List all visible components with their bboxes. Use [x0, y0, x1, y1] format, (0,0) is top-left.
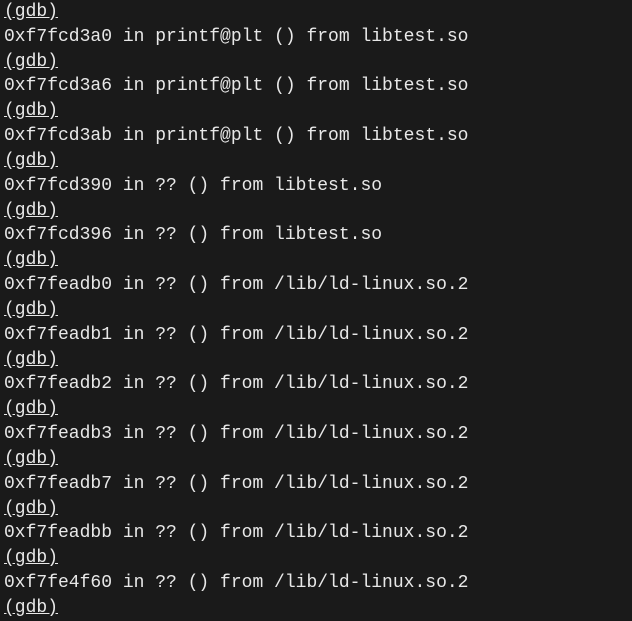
gdb-output-line: 0xf7fcd396 in ?? () from libtest.so	[4, 223, 628, 248]
gdb-prompt: (gdb)	[4, 348, 628, 373]
gdb-output-line: 0xf7feadb2 in ?? () from /lib/ld-linux.s…	[4, 372, 628, 397]
gdb-prompt: (gdb)	[4, 298, 628, 323]
gdb-prompt: (gdb)	[4, 199, 628, 224]
gdb-prompt: (gdb)	[4, 546, 628, 571]
gdb-prompt: (gdb)	[4, 0, 628, 25]
gdb-output-line: 0xf7fcd3a0 in printf@plt () from libtest…	[4, 25, 628, 50]
gdb-output-line: 0xf7fcd3ab in printf@plt () from libtest…	[4, 124, 628, 149]
terminal-output[interactable]: (gdb) 0xf7fcd3a0 in printf@plt () from l…	[0, 0, 632, 621]
gdb-prompt: (gdb)	[4, 596, 628, 621]
gdb-prompt: (gdb)	[4, 248, 628, 273]
gdb-prompt: (gdb)	[4, 397, 628, 422]
gdb-prompt: (gdb)	[4, 50, 628, 75]
gdb-prompt: (gdb)	[4, 447, 628, 472]
gdb-output-line: 0xf7fcd3a6 in printf@plt () from libtest…	[4, 74, 628, 99]
gdb-prompt: (gdb)	[4, 99, 628, 124]
gdb-output-line: 0xf7fcd390 in ?? () from libtest.so	[4, 174, 628, 199]
gdb-output-line: 0xf7fe4f60 in ?? () from /lib/ld-linux.s…	[4, 571, 628, 596]
gdb-output-line: 0xf7feadb0 in ?? () from /lib/ld-linux.s…	[4, 273, 628, 298]
gdb-output-line: 0xf7feadb3 in ?? () from /lib/ld-linux.s…	[4, 422, 628, 447]
gdb-output-line: 0xf7feadb1 in ?? () from /lib/ld-linux.s…	[4, 323, 628, 348]
gdb-output-line: 0xf7feadbb in ?? () from /lib/ld-linux.s…	[4, 521, 628, 546]
gdb-prompt: (gdb)	[4, 149, 628, 174]
gdb-output-line: 0xf7feadb7 in ?? () from /lib/ld-linux.s…	[4, 472, 628, 497]
gdb-prompt: (gdb)	[4, 497, 628, 522]
